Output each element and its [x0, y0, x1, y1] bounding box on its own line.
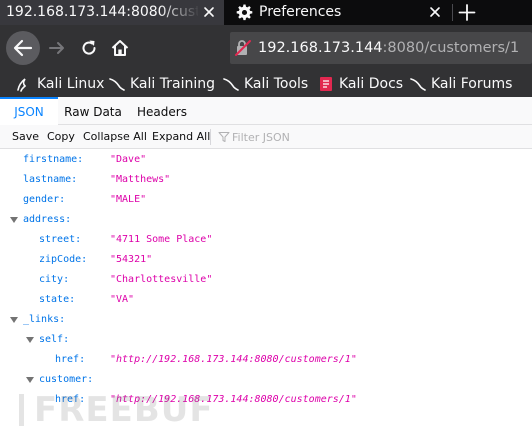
close-icon[interactable]: [428, 5, 442, 19]
json-toolbar: Save Copy Collapse All Expand All: [0, 125, 532, 149]
tree-row-expandable[interactable]: _links:: [0, 310, 532, 330]
tree-row-expandable[interactable]: address:: [0, 210, 532, 230]
tree-row: lastname: "Matthews": [0, 170, 532, 190]
url-host: 192.168.173.144: [258, 40, 383, 56]
kali-dragon-icon: [109, 78, 125, 91]
kali-docs-icon: [320, 77, 332, 91]
save-button[interactable]: Save: [12, 125, 39, 149]
tree-row: href: "http://192.168.173.144:8080/custo…: [0, 350, 532, 370]
toolbar-divider: [210, 129, 211, 145]
json-key: city:: [39, 274, 70, 285]
json-value: "MALE": [110, 194, 147, 205]
tab-preferences[interactable]: Preferences: [224, 0, 452, 25]
bookmark-kali-training[interactable]: Kali Training: [109, 74, 215, 94]
json-value: "Charlottesville": [110, 274, 213, 285]
url-text: 192.168.173.144:8080/customers/1: [258, 39, 519, 57]
tree-row-expandable[interactable]: self:: [0, 330, 532, 350]
kali-dragon-icon: [17, 78, 27, 92]
back-arrow-icon: [13, 39, 33, 57]
bookmark-label: Kali Training: [130, 76, 215, 92]
navigation-toolbar: 192.168.173.144:8080/customers/1: [0, 25, 532, 71]
json-key: address:: [23, 214, 72, 225]
expand-triangle-icon[interactable]: [26, 337, 34, 343]
home-icon[interactable]: [109, 37, 131, 59]
tab-raw-data[interactable]: Raw Data: [58, 97, 128, 125]
bookmark-label: Kali Linux: [37, 76, 105, 92]
json-key: self:: [39, 334, 70, 345]
json-key: href:: [55, 354, 86, 365]
expand-all-button[interactable]: Expand All: [152, 125, 210, 149]
url-bar[interactable]: 192.168.173.144:8080/customers/1: [230, 32, 532, 64]
json-key: gender:: [23, 194, 66, 205]
tab-separator: [452, 4, 453, 21]
tree-row: gender: "MALE": [0, 190, 532, 210]
json-key: zipCode:: [39, 254, 88, 265]
json-key: street:: [39, 234, 82, 245]
close-icon[interactable]: [202, 5, 216, 19]
json-key: customer:: [39, 374, 94, 385]
viewer-tabs: JSON Raw Data Headers: [0, 97, 532, 125]
forward-arrow-icon[interactable]: [47, 38, 67, 58]
expand-triangle-icon[interactable]: [26, 377, 34, 383]
collapse-all-button[interactable]: Collapse All: [83, 125, 147, 149]
bookmark-label: Kali Docs: [339, 76, 404, 92]
new-tab-plus-icon[interactable]: [457, 3, 477, 22]
json-value: "4711 Some Place": [110, 234, 213, 245]
kali-dragon-icon: [223, 78, 239, 91]
tab-title: Preferences: [259, 4, 342, 20]
tab-strip: 192.168.173.144:8080/customers/1 Prefere…: [0, 0, 532, 25]
expand-triangle-icon[interactable]: [10, 317, 18, 323]
freebuf-watermark: FREEBUF: [18, 388, 218, 432]
url-path: :8080/customers/1: [382, 40, 520, 56]
bookmark-label: Kali Tools: [244, 76, 309, 92]
tab-headers[interactable]: Headers: [128, 97, 196, 125]
watermark-text: FREEBUF: [34, 390, 214, 430]
filter-json-input[interactable]: [232, 127, 512, 147]
copy-button[interactable]: Copy: [47, 125, 75, 149]
reload-icon[interactable]: [79, 38, 99, 58]
json-key: state:: [39, 294, 76, 305]
expand-triangle-icon[interactable]: [10, 217, 18, 223]
bookmarks-toolbar: Kali Linux Kali Training Kali Tools Kali…: [0, 71, 532, 97]
tab-json[interactable]: JSON: [0, 97, 58, 125]
bookmark-kali-linux[interactable]: Kali Linux: [16, 74, 104, 94]
bookmark-kali-tools[interactable]: Kali Tools: [223, 74, 308, 94]
json-key: _links:: [23, 314, 66, 325]
json-value: "Matthews": [110, 174, 171, 185]
tab-title-fade: [160, 0, 200, 25]
gear-icon: [236, 4, 253, 21]
filter-icon: [218, 132, 230, 142]
bookmark-kali-forums[interactable]: Kali Forums: [410, 74, 512, 94]
json-key: lastname:: [23, 174, 78, 185]
json-value: "Dave": [110, 154, 147, 165]
tree-row: zipCode: "54321": [0, 250, 532, 270]
json-link-value[interactable]: "http://192.168.173.144:8080/customers/1…: [110, 350, 357, 370]
json-key: firstname:: [23, 154, 84, 165]
kali-dragon-icon: [410, 78, 426, 91]
bookmark-kali-docs[interactable]: Kali Docs: [318, 74, 403, 94]
tree-row: street: "4711 Some Place": [0, 230, 532, 250]
json-value: "54321": [110, 254, 153, 265]
tree-row: firstname: "Dave": [0, 150, 532, 170]
tab-customers[interactable]: 192.168.173.144:8080/customers/1: [0, 0, 224, 25]
tree-row: state: "VA": [0, 290, 532, 310]
insecure-lock-icon[interactable]: [234, 39, 254, 57]
tree-row-expandable[interactable]: customer:: [0, 370, 532, 390]
tree-row: city: "Charlottesville": [0, 270, 532, 290]
freebuf-logo-icon: [19, 394, 24, 426]
bookmark-label: Kali Forums: [431, 76, 513, 92]
json-value: "VA": [110, 294, 135, 305]
back-button[interactable]: [6, 31, 40, 65]
